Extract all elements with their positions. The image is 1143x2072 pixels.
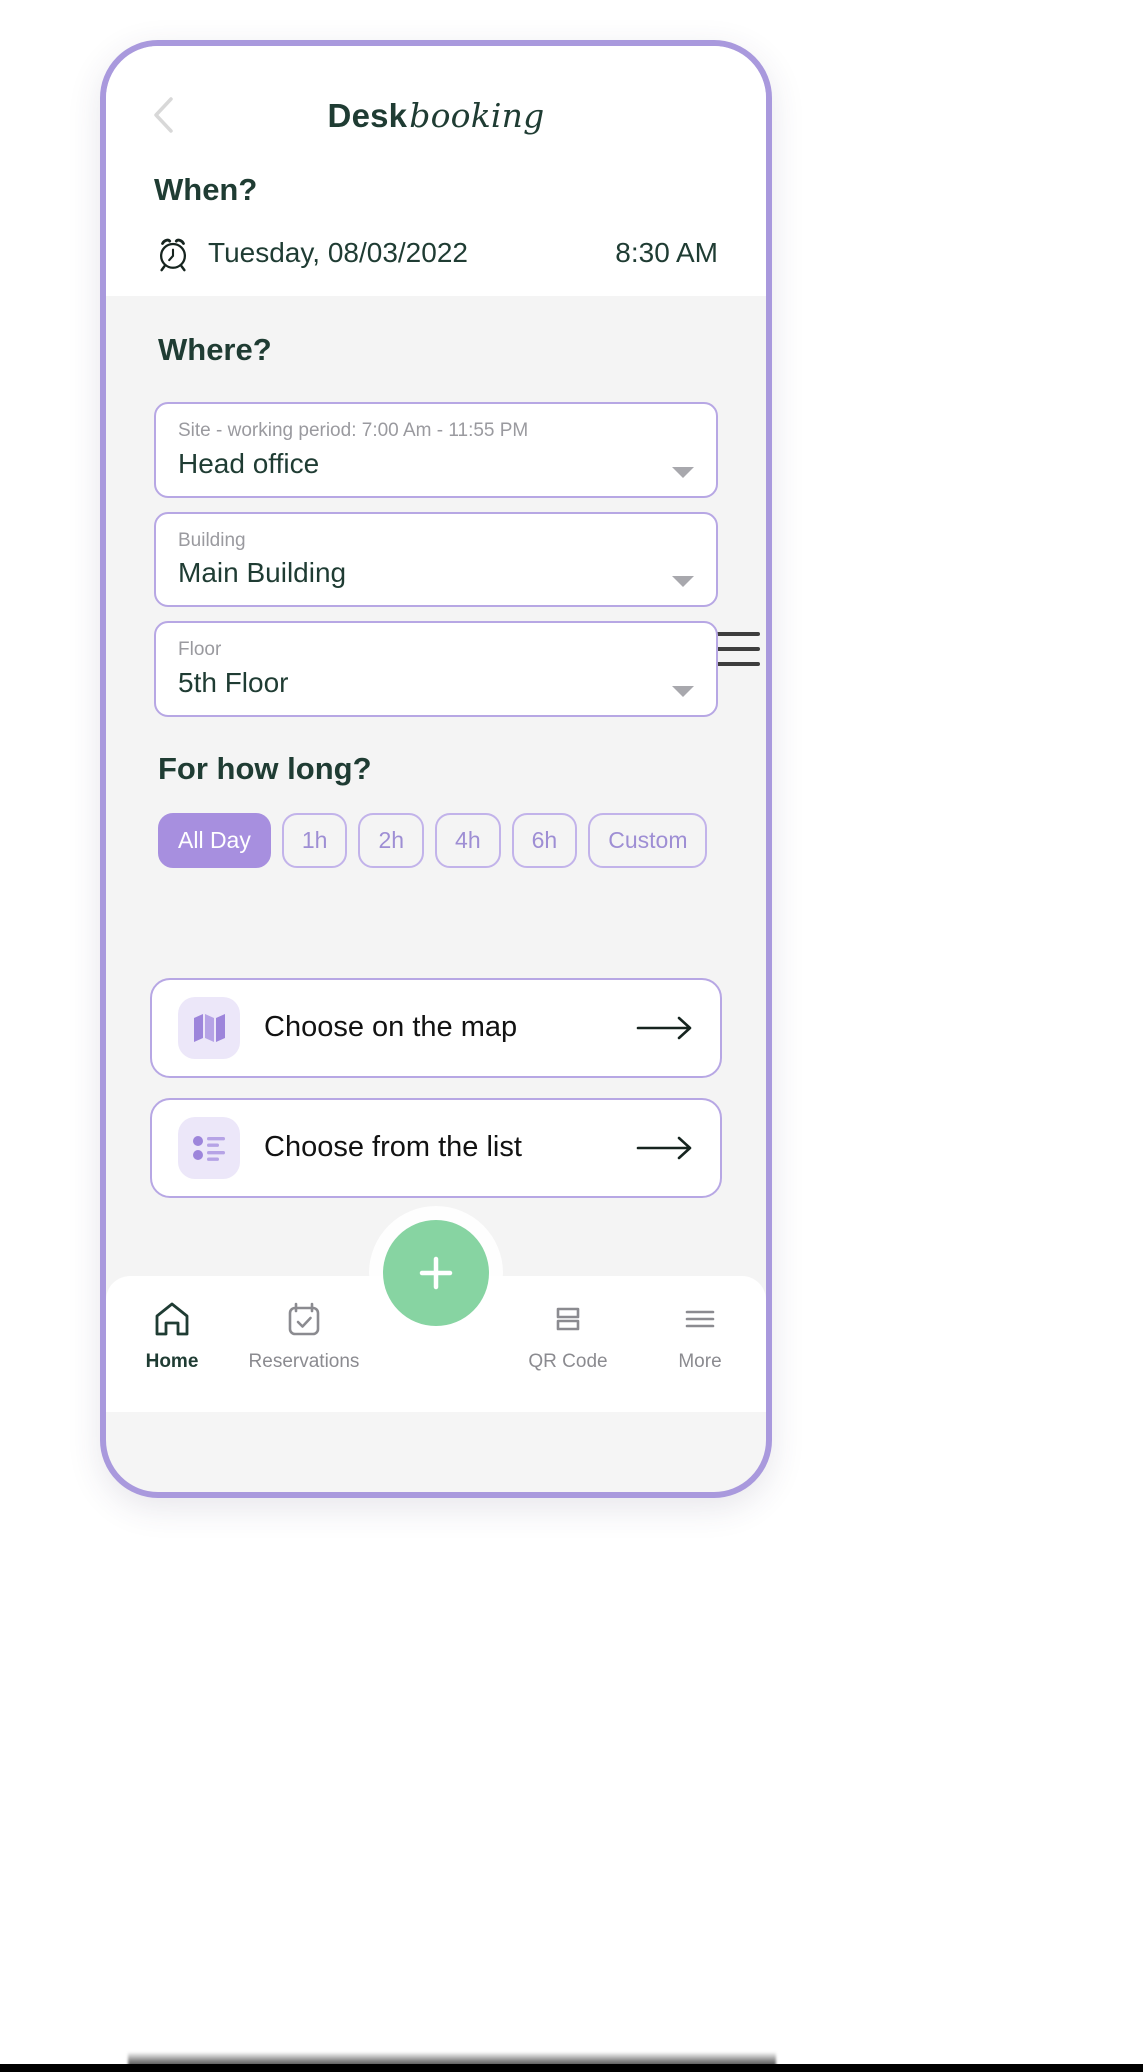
nav-item-qr-code[interactable]: QR Code [502, 1296, 634, 1373]
building-label: Building [178, 529, 246, 551]
app-screen: Deskbooking When? Tuesday, 08/03/2022 8:… [106, 46, 766, 1492]
chevron-down-icon [672, 685, 694, 697]
duration-chip-1h[interactable]: 1h [281, 812, 348, 868]
nav-item-more[interactable]: More [634, 1296, 766, 1373]
drag-handle-line [716, 661, 760, 666]
page-title-italic: booking [409, 95, 545, 135]
nav-item-home[interactable]: Home [106, 1296, 238, 1373]
when-section-title: When? [154, 172, 258, 207]
nav-label-more: More [678, 1351, 722, 1372]
menu-icon [685, 1310, 715, 1328]
nav-label-home: Home [145, 1351, 199, 1372]
nav-label-qr-code: QR Code [528, 1351, 608, 1372]
site-label: Site - working period: 7:00 Am - 11:55 P… [178, 420, 529, 441]
header-section: Deskbooking When? Tuesday, 08/03/2022 8:… [106, 46, 766, 296]
chevron-down-icon [672, 576, 694, 588]
plus-icon [419, 1256, 453, 1290]
qr-code-icon [556, 1307, 580, 1331]
where-section-title: Where? [158, 332, 272, 367]
back-button[interactable] [146, 94, 180, 136]
body-section: Where? Site - working period: 7:00 Am - … [106, 296, 766, 1412]
building-select[interactable]: Building Main Building [154, 511, 760, 666]
list-icon-wrapper [178, 1116, 240, 1179]
choose-on-map-label: Choose on the map [264, 1011, 518, 1044]
floor-label: Floor [178, 639, 222, 661]
choose-from-list-label: Choose from the list [264, 1131, 522, 1164]
qr-code-icon-wrapper [547, 1296, 589, 1342]
where-fields: Site - working period: 7:00 Am - 11:55 P… [154, 402, 760, 717]
alarm-clock-icon [159, 238, 187, 272]
floor-select[interactable]: Floor 5th Floor [154, 621, 718, 717]
nav-label-reservations: Reservations [248, 1351, 360, 1372]
choose-on-map-card[interactable]: Choose on the map [150, 977, 722, 1078]
duration-chip-2h[interactable]: 2h [358, 812, 425, 868]
duration-chip-6h[interactable]: 6h [511, 812, 578, 868]
calendar-check-icon-wrapper [283, 1296, 325, 1342]
page-title-regular: Desk [327, 96, 408, 134]
home-icon [155, 1302, 189, 1336]
drag-handle[interactable] [716, 631, 760, 666]
add-booking-fab[interactable] [383, 1220, 489, 1326]
page-title: Deskbooking [328, 96, 545, 135]
phone-frame: Deskbooking When? Tuesday, 08/03/2022 8:… [100, 40, 772, 1498]
calendar-check-icon [288, 1302, 320, 1336]
home-icon-wrapper [151, 1296, 193, 1342]
chevron-down-icon [672, 466, 694, 478]
duration-chip-4h[interactable]: 4h [435, 812, 501, 868]
map-icon-wrapper [178, 996, 240, 1059]
site-select[interactable]: Site - working period: 7:00 Am - 11:55 P… [154, 402, 718, 498]
nav-item-reservations[interactable]: Reservations [238, 1296, 370, 1373]
title-bar: Deskbooking [106, 84, 766, 146]
building-value: Main Building [178, 557, 347, 589]
screenshot-canvas: Deskbooking When? Tuesday, 08/03/2022 8:… [0, 0, 1143, 2072]
page-bottom-bar [0, 2064, 1143, 2072]
drag-handle-line [716, 631, 760, 636]
when-time: 8:30 AM [615, 237, 718, 268]
duration-chip-all-day[interactable]: All Day [158, 812, 271, 868]
chevron-left-icon [154, 97, 173, 133]
menu-icon-wrapper [679, 1296, 721, 1342]
choose-from-list-card[interactable]: Choose from the list [150, 1097, 722, 1198]
when-date: Tuesday, 08/03/2022 [208, 237, 468, 268]
map-icon [194, 1013, 225, 1042]
duration-chip-group: All Day 1h 2h 4h 6h Custom [158, 812, 766, 868]
duration-section-title: For how long? [158, 750, 372, 786]
action-card-group: Choose on the map Choose from the list [150, 977, 722, 1198]
arrow-right-icon [636, 1136, 692, 1160]
site-value: Head office [178, 447, 320, 479]
drag-handle-line [716, 646, 760, 651]
floor-value: 5th Floor [178, 666, 289, 698]
list-icon [193, 1135, 225, 1161]
duration-chip-custom[interactable]: Custom [588, 812, 708, 868]
arrow-right-icon [636, 1016, 692, 1040]
when-row[interactable]: Tuesday, 08/03/2022 8:30 AM [154, 234, 718, 272]
